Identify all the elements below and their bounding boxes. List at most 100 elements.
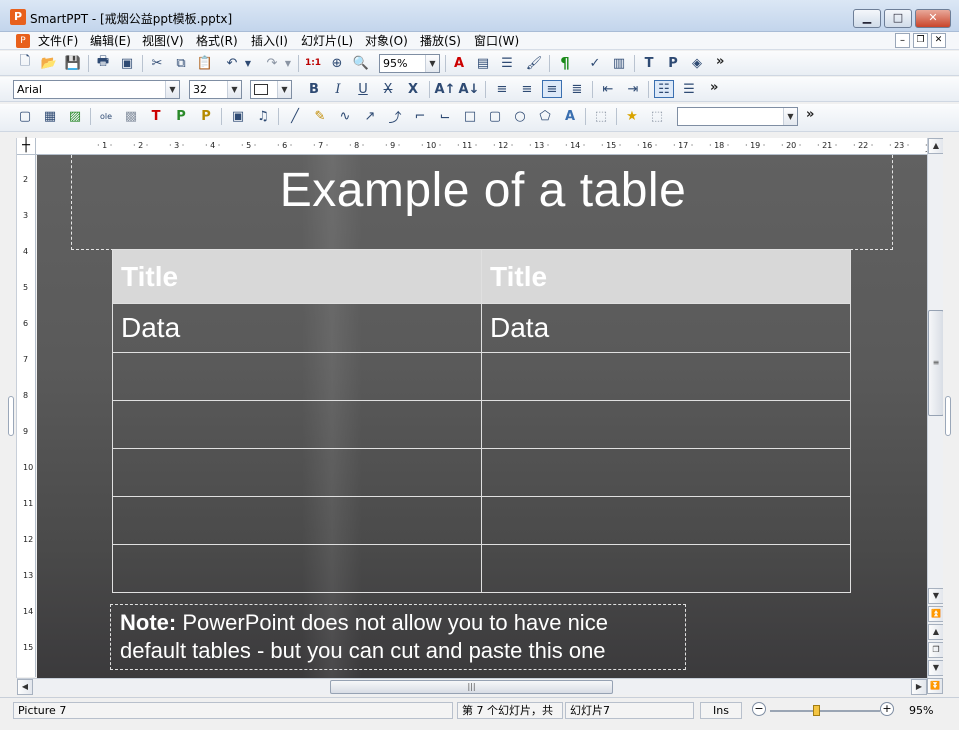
object-combo[interactable]: ▼ — [677, 107, 798, 126]
vertical-scrollbar[interactable]: ▲ ≡ ▼ ⏫ ▲ ❐ ▼ — [927, 138, 944, 678]
pencil-tool-icon[interactable]: ✎ — [310, 107, 330, 125]
font-color-icon[interactable]: A — [449, 54, 469, 72]
chevron-down-icon[interactable]: ▼ — [425, 55, 439, 72]
template-p-icon[interactable]: P — [663, 54, 683, 72]
shrink-font-icon[interactable]: A↓ — [459, 80, 480, 98]
spell-check-icon[interactable]: ✓ — [585, 54, 605, 72]
horizontal-ruler[interactable]: · 1 · · 2 · · 3 · · 4 · · 5 · · 6 · · 7 · · 8 ·… — [17, 138, 927, 155]
table-cell[interactable] — [481, 448, 851, 497]
cut-icon[interactable]: ✂ — [147, 54, 167, 72]
paste-icon[interactable]: 📋 — [195, 54, 215, 72]
scroll-up-icon[interactable]: ▲ — [928, 138, 944, 154]
close-button[interactable]: ✕ — [915, 9, 951, 28]
table-cell[interactable] — [112, 448, 482, 497]
zoom-out-icon[interactable]: − — [752, 702, 766, 716]
copy-icon[interactable]: ⧉ — [171, 54, 191, 72]
maximize-button[interactable]: □ — [884, 9, 912, 28]
table-cell[interactable] — [481, 400, 851, 449]
numbered-list-icon[interactable]: ☰ — [679, 80, 699, 98]
arrow-tool-icon[interactable]: ↗ — [360, 107, 380, 125]
note-textbox[interactable]: Note: PowerPoint does not allow you to h… — [110, 604, 686, 670]
undo-dropdown-icon[interactable]: ▼ — [242, 54, 254, 72]
bold-icon[interactable]: B — [304, 80, 324, 98]
insert-picture-icon[interactable]: ▨ — [65, 107, 85, 125]
insert-chart-icon[interactable]: ▩ — [121, 107, 141, 125]
zoom-icon[interactable]: 🔍 — [351, 54, 371, 72]
curve-tool-icon[interactable]: ∿ — [335, 107, 355, 125]
undo-icon[interactable]: ↶ — [222, 54, 242, 72]
insert-text-object-icon[interactable]: T — [146, 107, 166, 125]
zoom-in-icon[interactable]: + — [880, 702, 894, 716]
bullet-list-icon[interactable]: ☷ — [654, 80, 674, 98]
scroll-down-icon[interactable]: ▼ — [928, 588, 944, 604]
underline-icon[interactable]: U — [353, 80, 373, 98]
chevron-down-icon[interactable]: ▼ — [277, 81, 291, 98]
zoom-slider[interactable] — [770, 710, 880, 712]
menu-window[interactable]: 窗口(W) — [474, 33, 519, 49]
zoom-area-icon[interactable]: ⊕ — [327, 54, 347, 72]
align-center-icon[interactable]: ≡ — [542, 80, 562, 98]
vertical-scroll-thumb[interactable]: ≡ — [928, 310, 944, 416]
paragraph-marks-icon[interactable]: ¶ — [555, 54, 575, 72]
slide-canvas[interactable]: Example of a table Title Title Data Data — [37, 155, 927, 678]
table-cell[interactable] — [481, 496, 851, 545]
open-folder-icon[interactable]: 📂 — [39, 54, 59, 72]
table-cell[interactable] — [112, 496, 482, 545]
menu-view[interactable]: 视图(V) — [142, 33, 184, 49]
group-icon[interactable]: ⬚ — [591, 107, 611, 125]
menu-slide[interactable]: 幻灯片(L) — [301, 33, 353, 49]
actual-size-icon[interactable]: 1:1 — [303, 54, 323, 72]
clear-format-icon[interactable]: X — [403, 80, 423, 98]
list-view-icon[interactable]: ☰ — [497, 54, 517, 72]
curved-connector-icon[interactable]: ⌙ — [435, 107, 455, 125]
new-document-icon[interactable]: 🗋 — [15, 54, 35, 72]
rectangle-tool-icon[interactable]: □ — [460, 107, 480, 125]
statistics-icon[interactable]: ▥ — [609, 54, 629, 72]
elbow-connector-icon[interactable]: ⌐ — [410, 107, 430, 125]
table-cell[interactable] — [112, 544, 482, 593]
panel-expand-handle[interactable] — [945, 396, 951, 436]
menu-format[interactable]: 格式(R) — [196, 33, 238, 49]
table-cell[interactable] — [112, 400, 482, 449]
grow-font-icon[interactable]: A↑ — [435, 80, 456, 98]
shapes-icon[interactable]: ⬠ — [535, 107, 555, 125]
zoom-combo[interactable]: 95% ▼ — [379, 54, 440, 73]
increase-indent-icon[interactable]: ⇥ — [623, 80, 643, 98]
last-slide-icon[interactable]: ⏬ — [927, 678, 943, 694]
minimize-button[interactable]: ▁ — [853, 9, 881, 28]
table-cell[interactable]: Data — [481, 303, 851, 353]
slide-table[interactable]: Title Title Data Data — [112, 249, 851, 593]
insert-table-icon[interactable]: ▦ — [40, 107, 60, 125]
save-icon[interactable]: 💾 — [63, 54, 83, 72]
slide-navigator-icon[interactable]: ❐ — [928, 642, 944, 658]
horizontal-scrollbar[interactable]: ◀ ||| ▶ — [17, 678, 927, 695]
layers-icon[interactable]: ◈ — [687, 54, 707, 72]
insert-presentation-icon[interactable]: P — [171, 107, 191, 125]
rounded-rectangle-icon[interactable]: ▢ — [485, 107, 505, 125]
export-pdf-icon[interactable]: ▣ — [117, 54, 137, 72]
line-tool-icon[interactable]: ╱ — [285, 107, 305, 125]
title-placeholder[interactable]: Example of a table — [71, 155, 893, 250]
insert-ole-icon[interactable]: ole — [96, 107, 116, 125]
decrease-indent-icon[interactable]: ⇤ — [598, 80, 618, 98]
text-frame-icon[interactable]: ▢ — [15, 107, 35, 125]
table-header-cell[interactable]: Title — [112, 249, 482, 304]
wordart-icon[interactable]: A — [560, 107, 580, 125]
strikethrough-icon[interactable]: X — [378, 80, 398, 98]
align-left-icon[interactable]: ≡ — [492, 80, 512, 98]
toolbar-overflow-icon[interactable]: » — [806, 107, 814, 122]
insert-sound-icon[interactable]: ♫ — [253, 107, 273, 125]
menu-play[interactable]: 播放(S) — [420, 33, 461, 49]
mdi-minimize-button[interactable]: – — [895, 33, 910, 48]
status-insert-mode[interactable]: Ins — [700, 702, 742, 719]
mdi-restore-button[interactable]: ❐ — [913, 33, 928, 48]
table-cell[interactable]: Data — [112, 303, 482, 353]
first-slide-icon[interactable]: ⏫ — [928, 606, 944, 622]
italic-icon[interactable]: I — [328, 80, 348, 98]
chevron-down-icon[interactable]: ▼ — [227, 81, 241, 98]
format-painter-icon[interactable]: 🖌 — [524, 54, 544, 72]
mdi-close-button[interactable]: ✕ — [931, 33, 946, 48]
font-size-combo[interactable]: 32 ▼ — [189, 80, 242, 99]
scroll-left-icon[interactable]: ◀ — [17, 679, 33, 695]
menu-insert[interactable]: 插入(I) — [251, 33, 288, 49]
